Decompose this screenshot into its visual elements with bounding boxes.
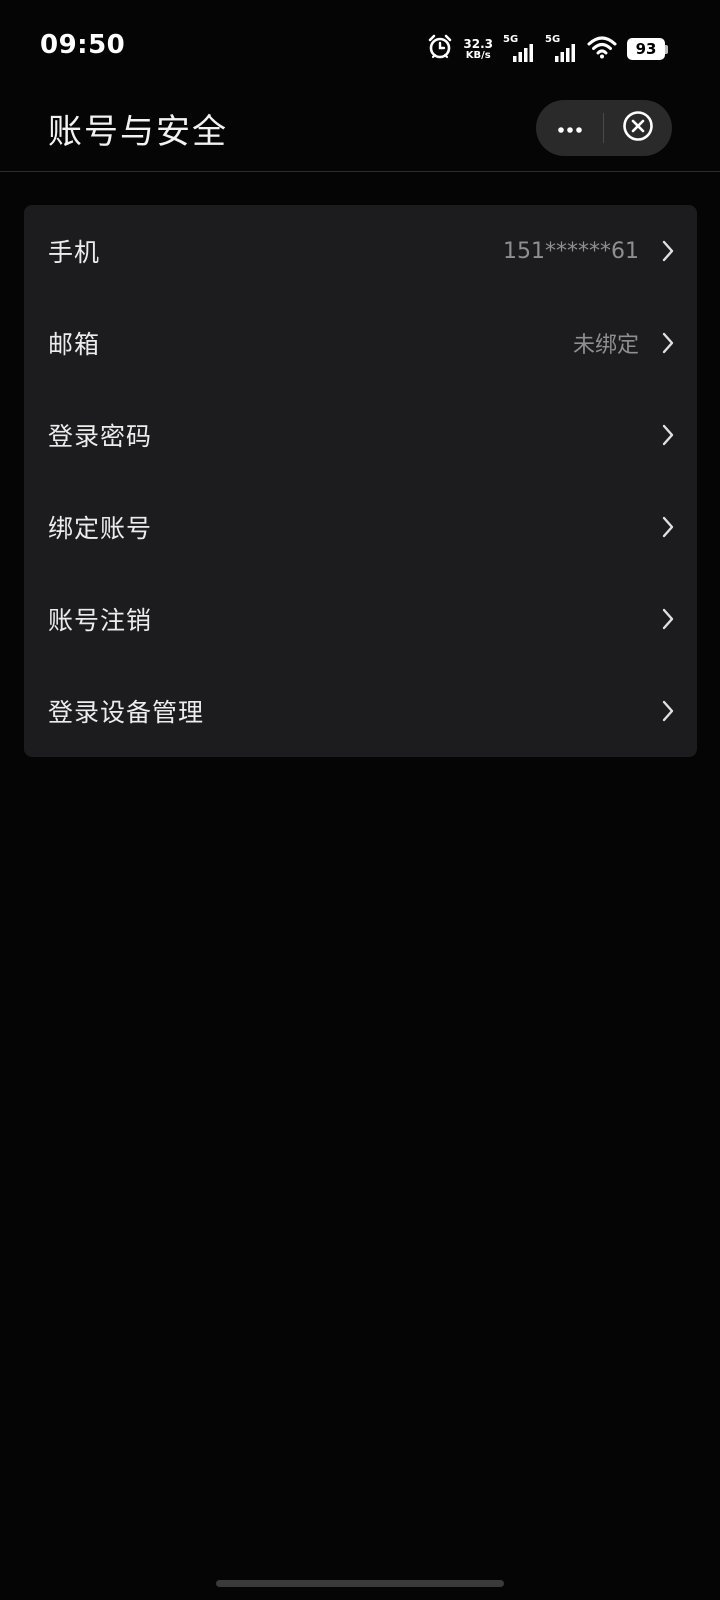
battery-level: 93 — [627, 38, 665, 60]
chevron-right-icon — [662, 608, 674, 630]
status-icons: 32.3 KB/s 5G 5G 93 — [427, 34, 668, 64]
network-speed: 32.3 KB/s — [463, 38, 493, 61]
status-time: 09:50 — [40, 30, 126, 60]
sim1-signal-icon: 5G — [503, 34, 535, 62]
close-circle-icon — [622, 110, 654, 146]
settings-row-value: 未绑定 — [572, 333, 639, 358]
nav-header: 账号与安全 — [0, 96, 720, 172]
settings-row-email[interactable]: 邮箱 未绑定 — [24, 297, 697, 389]
network-speed-unit: KB/s — [465, 49, 491, 61]
settings-row-delete-account[interactable]: 账号注销 — [24, 573, 697, 665]
settings-row-label: 账号注销 — [48, 606, 153, 635]
more-button[interactable] — [536, 100, 603, 156]
settings-row-label: 邮箱 — [48, 330, 101, 359]
settings-row-label: 登录密码 — [48, 422, 153, 451]
chevron-right-icon — [662, 424, 674, 446]
settings-row-linked-accounts[interactable]: 绑定账号 — [24, 481, 697, 573]
settings-row-phone[interactable]: 手机 151******61 — [24, 205, 697, 297]
network-speed-value: 32.3 — [463, 36, 493, 51]
settings-row-label: 绑定账号 — [48, 514, 153, 543]
miniapp-capsule — [536, 100, 672, 156]
alarm-icon — [427, 34, 453, 64]
battery-icon: 93 — [627, 38, 668, 60]
settings-row-password[interactable]: 登录密码 — [24, 389, 697, 481]
close-button[interactable] — [604, 100, 671, 156]
chevron-right-icon — [662, 332, 674, 354]
more-dots-icon — [557, 119, 583, 138]
chevron-right-icon — [662, 516, 674, 538]
chevron-right-icon — [662, 240, 674, 262]
settings-row-value: 151******61 — [503, 238, 639, 264]
settings-row-label: 登录设备管理 — [48, 698, 205, 727]
sim2-signal-icon: 5G — [545, 34, 577, 62]
settings-row-device-management[interactable]: 登录设备管理 — [24, 665, 697, 757]
home-indicator[interactable] — [216, 1580, 504, 1587]
settings-card: 手机 151******61 邮箱 未绑定 登录密码 绑定账号 账号注销 登录设… — [24, 205, 697, 757]
chevron-right-icon — [662, 700, 674, 722]
status-bar: 09:50 32.3 KB/s 5G 5G 93 — [0, 0, 720, 96]
page-title: 账号与安全 — [48, 112, 228, 152]
wifi-icon — [587, 35, 617, 63]
settings-row-label: 手机 — [48, 238, 101, 267]
